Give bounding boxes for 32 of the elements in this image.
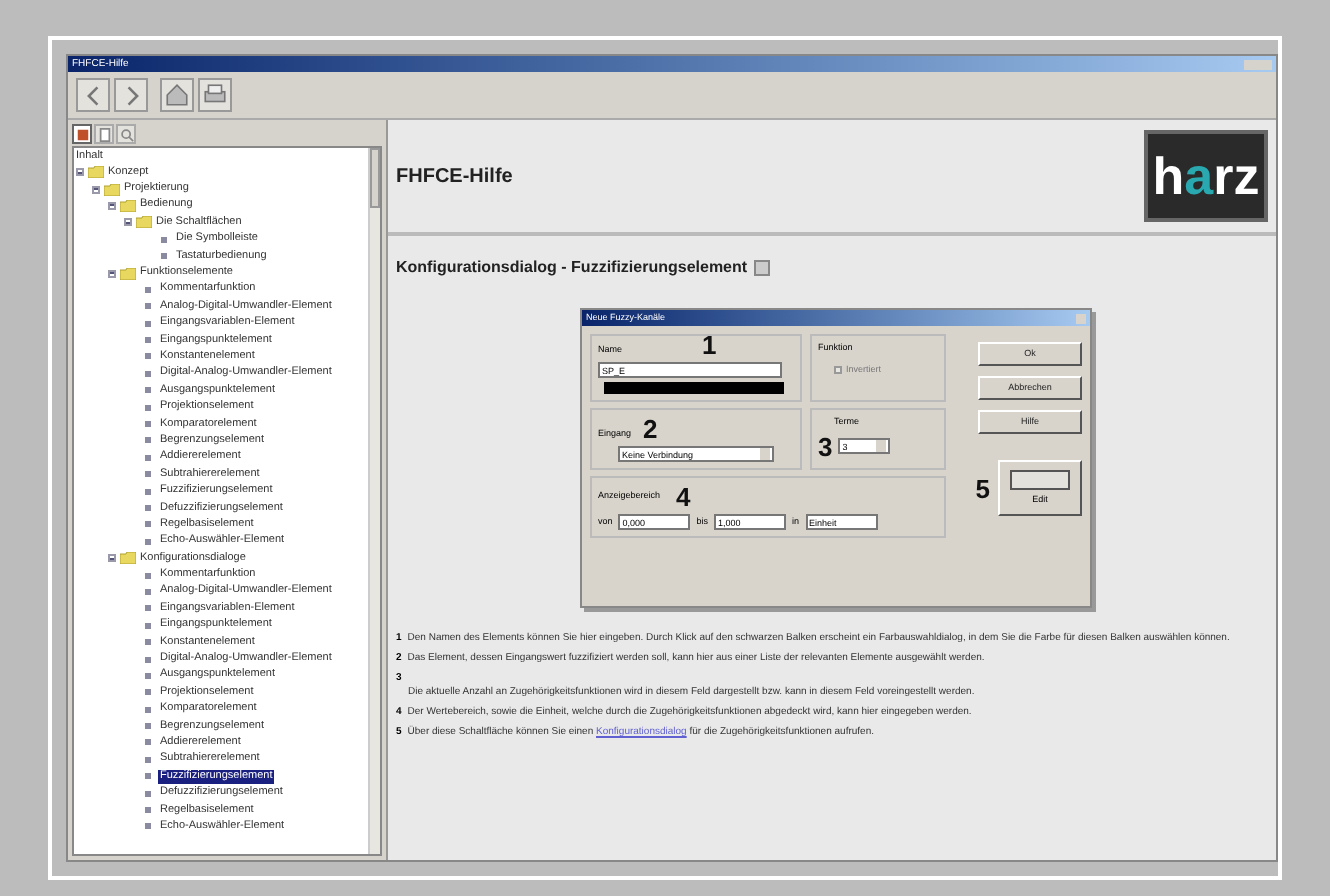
toolbar-button[interactable] <box>76 78 110 112</box>
toolbar-button[interactable] <box>198 78 232 112</box>
book-icon <box>75 127 89 141</box>
callout-number: 5 <box>975 475 990 501</box>
nav-tab[interactable] <box>94 124 114 144</box>
toolbar-button[interactable] <box>114 78 148 112</box>
toolbar-button[interactable] <box>160 78 194 112</box>
callout-number: 1 <box>702 332 717 358</box>
search-icon <box>119 127 133 141</box>
expander-icon[interactable] <box>108 554 116 563</box>
callout-number: 3 <box>818 433 833 460</box>
preview-icon <box>1010 469 1070 490</box>
expander-icon[interactable] <box>76 168 84 177</box>
callout-number: 2 <box>643 416 658 442</box>
scrollbar[interactable] <box>368 148 380 854</box>
house-icon <box>164 82 190 108</box>
folder-icon <box>120 552 136 565</box>
expander-icon[interactable] <box>108 269 116 278</box>
section-heading: Konfigurationsdialog - Fuzzifizierungselement <box>396 256 748 280</box>
page-title: FHFCE-Hilfe <box>396 163 513 191</box>
printer-icon <box>202 82 228 108</box>
expander-icon[interactable] <box>124 218 132 227</box>
image-icon[interactable] <box>753 260 770 276</box>
color-bar[interactable] <box>604 382 784 394</box>
expander-icon[interactable] <box>92 185 100 194</box>
folder-icon <box>120 267 136 280</box>
callout-number: 4 <box>676 484 691 510</box>
logo: harz <box>1144 130 1268 222</box>
nav-tab[interactable] <box>116 124 136 144</box>
expander-icon[interactable] <box>108 201 116 210</box>
nav-tab[interactable] <box>72 124 92 144</box>
page-icon <box>97 127 111 141</box>
